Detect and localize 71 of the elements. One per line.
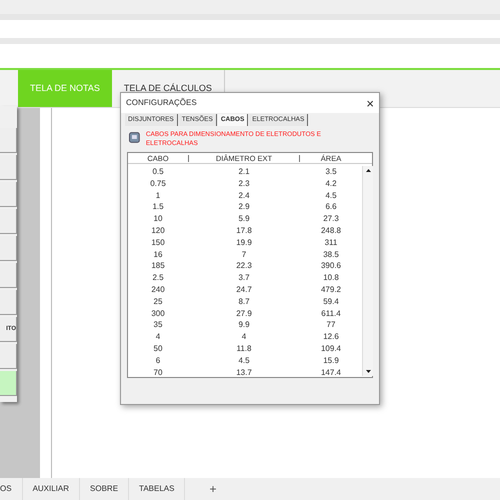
table-cell-text: 11.8 [236,342,252,355]
table-cell-text: 3.5 [324,166,338,178]
table-cell-text: 10 [152,213,164,226]
panel-button[interactable] [0,182,17,207]
table-cell-text: 4 [154,331,162,344]
table-cell-text: 1 [154,190,162,202]
table-cell-text: 4.2 [324,178,338,190]
sheet-tab[interactable]: SOBRE [80,478,130,500]
add-sheet-button[interactable]: + [205,480,220,498]
table-cell-text: 185 [150,260,166,272]
table-cell-text: 6 [154,354,162,367]
panel-button[interactable] [0,155,17,180]
table-cell-text: 5.9 [237,213,251,226]
table-cell-text: 16 [152,248,164,261]
panel-button[interactable] [0,236,17,261]
scrollbar[interactable] [362,166,373,376]
table-cell-text: 109.4 [320,342,342,355]
table-cell-text: 147.4 [320,366,342,379]
table-cell-text: 27.3 [322,213,340,226]
table-cell-text: 59.4 [322,296,340,308]
table-cell-text: 300 [150,308,166,320]
table-cell-text: 15.9 [322,354,340,367]
sheet-tab[interactable]: TABELAS [129,478,186,500]
table-cell-text: 4 [240,331,248,344]
table-cell-text: 24.7 [235,284,253,296]
table-cell-text: 8.7 [237,296,251,308]
table-cell-text: 2.1 [237,166,251,178]
table-cell-text: 2.4 [237,190,251,202]
table-cell-text: 2.9 [237,201,251,214]
table-cell-text: 12.6 [322,331,340,344]
table-cell-text: 120 [150,224,166,237]
table-cell-text: 13.7 [235,366,253,379]
panel-button[interactable] [0,263,17,288]
table-cell-text: 38.5 [322,248,340,261]
table-cell-text: 611.4 [320,308,342,320]
panel-button[interactable] [0,128,17,153]
table-cell-text: 2.3 [237,178,251,190]
table-cell-text: 0.75 [149,178,167,190]
table-cell-text: 390.6 [320,260,342,272]
table-cell-text: 10.8 [322,272,340,284]
table-cell-text: 0.5 [151,166,165,178]
table-cell-text: 50 [152,342,164,355]
table-cell-text: 2.5 [151,272,165,284]
table-cell-text: 19.9 [235,236,253,249]
table-cell-text: 479.2 [320,284,342,296]
table-cell-text: 4.5 [237,354,251,367]
table-cell-text: 25 [152,296,164,308]
table-cell-text: 1.5 [151,201,165,214]
table-cell-text: 6.6 [324,201,338,214]
table-cell-text: 4.5 [324,190,338,202]
panel-button[interactable] [0,209,17,234]
panel-button[interactable] [0,371,17,396]
table-cell-text: 22.3 [235,260,253,272]
panel-button[interactable] [0,290,17,315]
table-cell-text: 70 [152,366,164,379]
dialog-title: CONFIGURAÇÕES [126,97,197,109]
table-cell-text: 77 [326,319,336,332]
table-cell-text: 311 [324,236,338,249]
panel-button[interactable] [0,344,17,369]
table-cell-text: 3.7 [237,272,251,284]
sheet-tab[interactable]: OS [0,478,23,500]
sheet-tab[interactable]: AUXILIAR [22,478,80,500]
close-button[interactable]: × [366,96,374,110]
table-cell-text: 240 [150,284,166,296]
table-cell-text: 35 [152,319,164,332]
table-cell-text: 7 [240,248,248,261]
table-cell-text: 248.8 [320,224,342,237]
table-cell-text: 17.8 [235,224,253,237]
table-cell-text: 9.9 [237,319,251,332]
table-cell-text: 27.9 [235,308,253,320]
table-cell-text: 150 [150,236,166,249]
